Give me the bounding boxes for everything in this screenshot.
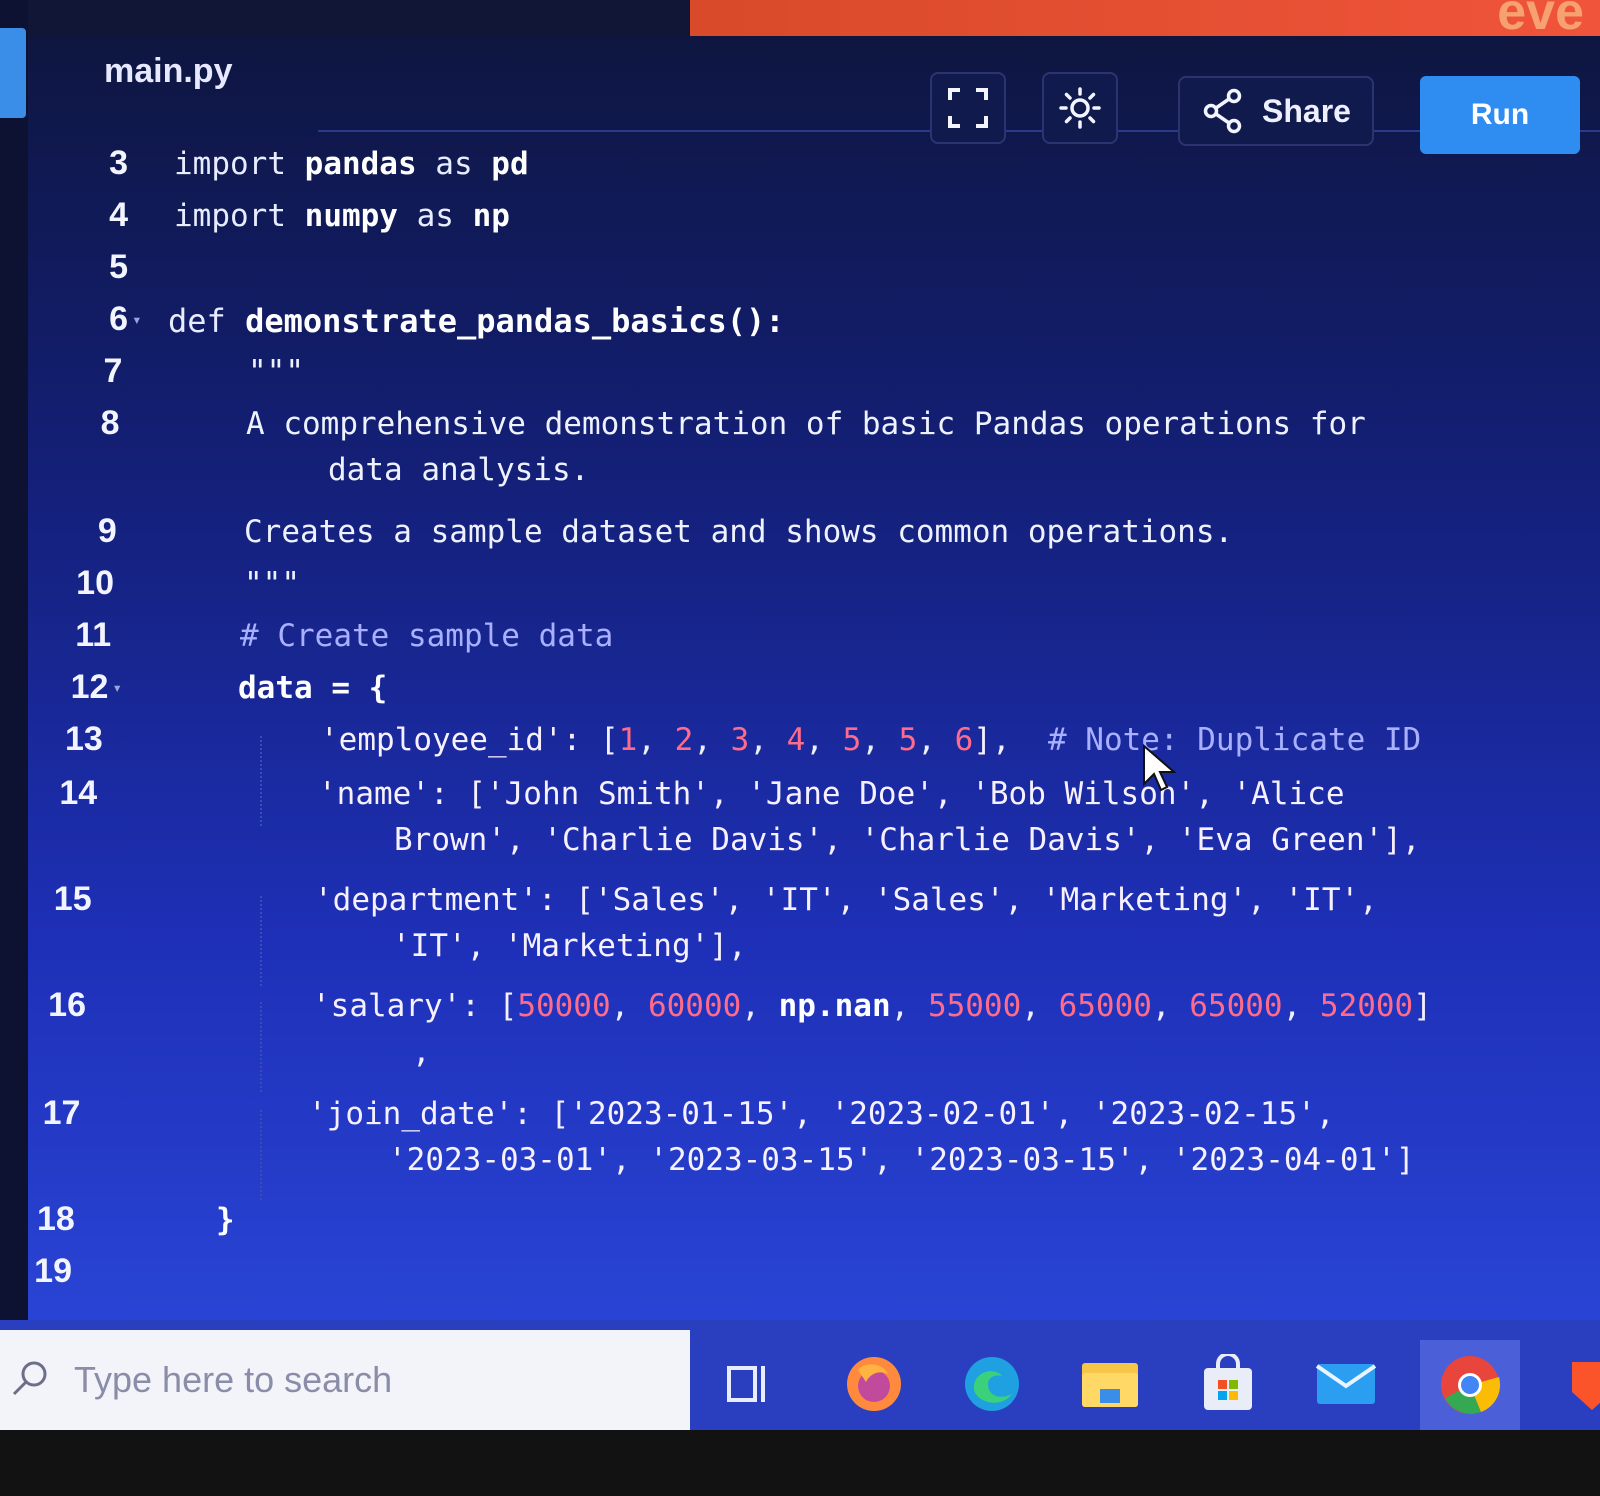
line-number: 3 bbox=[109, 144, 128, 182]
code-token: 'employee_id': [ bbox=[320, 722, 619, 758]
code-line[interactable]: data = { bbox=[238, 670, 387, 706]
code-number: 65000 bbox=[1058, 988, 1152, 1024]
line-number: 7 bbox=[103, 352, 123, 390]
line-number: 19 bbox=[34, 1252, 72, 1290]
indent-guide bbox=[260, 896, 262, 986]
line-number: 9 bbox=[97, 512, 117, 550]
code-line[interactable]: 'join_date': ['2023-01-15', '2023-02-01'… bbox=[308, 1096, 1335, 1132]
code-line[interactable]: import numpy as np bbox=[174, 198, 510, 234]
code-number: 55000 bbox=[927, 988, 1022, 1024]
code-number: 1 bbox=[618, 722, 638, 758]
edge-icon[interactable] bbox=[960, 1352, 1024, 1416]
code-number: 6 bbox=[954, 722, 974, 758]
share-label: Share bbox=[1262, 92, 1351, 129]
line-number: 5 bbox=[109, 248, 128, 286]
line-number: 8 bbox=[100, 404, 120, 442]
run-button[interactable]: Run bbox=[1420, 76, 1580, 154]
code-number: 3 bbox=[730, 722, 750, 758]
code-number: 4 bbox=[786, 722, 806, 758]
code-line[interactable]: Creates a sample dataset and shows commo… bbox=[244, 514, 1233, 550]
fold-chevron-icon[interactable]: ▾ bbox=[132, 310, 142, 329]
line-number: 11 bbox=[75, 616, 112, 654]
code-line[interactable]: import pandas as pd bbox=[174, 146, 529, 182]
code-line[interactable]: def demonstrate_pandas_basics(): bbox=[168, 302, 785, 340]
code-line[interactable]: # Create sample data bbox=[240, 618, 613, 654]
line-number: 13 bbox=[64, 720, 103, 758]
indent-guide bbox=[260, 1110, 262, 1200]
line-number: 15 bbox=[53, 880, 92, 918]
code-number: 5 bbox=[842, 722, 862, 758]
search-placeholder: Type here to search bbox=[74, 1359, 393, 1400]
code-line[interactable]: } bbox=[216, 1202, 235, 1238]
code-line-wrap[interactable]: '2023-03-01', '2023-03-15', '2023-03-15'… bbox=[388, 1142, 1415, 1178]
line-number: 18 bbox=[36, 1200, 75, 1238]
editor-header: main.py Share Run bbox=[28, 36, 1600, 156]
code-number: 2 bbox=[674, 722, 694, 758]
taskbar-search[interactable]: Type here to search bbox=[0, 1330, 690, 1430]
file-name-tab[interactable]: main.py bbox=[104, 52, 232, 91]
firefox-icon[interactable] bbox=[842, 1352, 906, 1416]
code-line-wrap[interactable]: , bbox=[412, 1034, 431, 1070]
code-token: ], bbox=[973, 722, 1011, 758]
code-number: 65000 bbox=[1189, 988, 1283, 1024]
code-line[interactable]: 'department': ['Sales', 'IT', 'Sales', '… bbox=[314, 882, 1378, 918]
line-number: 12 bbox=[70, 668, 109, 706]
sun-icon bbox=[1059, 87, 1101, 129]
task-view-icon[interactable] bbox=[716, 1352, 780, 1416]
share-button[interactable]: Share bbox=[1178, 76, 1374, 146]
fullscreen-button[interactable] bbox=[930, 72, 1006, 144]
activity-tab[interactable] bbox=[0, 28, 26, 118]
fullscreen-icon bbox=[948, 88, 988, 128]
code-line-wrap[interactable]: Brown', 'Charlie Davis', 'Charlie Davis'… bbox=[394, 822, 1421, 858]
code-number: 52000 bbox=[1319, 988, 1414, 1024]
share-icon bbox=[1203, 88, 1242, 134]
store-icon[interactable] bbox=[1196, 1352, 1260, 1416]
code-token: 'salary': [ bbox=[312, 988, 518, 1024]
code-line[interactable]: 'employee_id': [1, 2, 3, 4, 5, 5, 6], # … bbox=[320, 722, 1421, 758]
theme-toggle-button[interactable] bbox=[1042, 72, 1118, 144]
code-editor: main.py Share Run 3 import pandas as pd … bbox=[28, 36, 1600, 1340]
file-explorer-icon[interactable] bbox=[1078, 1352, 1142, 1416]
search-icon bbox=[12, 1361, 47, 1396]
indent-guide bbox=[260, 1002, 262, 1092]
code-token: ] bbox=[1413, 988, 1432, 1024]
code-number: 5 bbox=[898, 722, 918, 758]
code-number: np.nan bbox=[778, 988, 891, 1024]
line-number: 17 bbox=[42, 1094, 81, 1132]
screen-bezel bbox=[0, 1430, 1600, 1496]
code-line-wrap[interactable]: 'IT', 'Marketing'], bbox=[392, 928, 747, 964]
code-line[interactable]: """ bbox=[248, 354, 304, 390]
line-number: 4 bbox=[109, 196, 128, 234]
code-line[interactable]: A comprehensive demonstration of basic P… bbox=[246, 406, 1366, 442]
mouse-cursor bbox=[1143, 744, 1176, 792]
code-number: 50000 bbox=[517, 988, 611, 1024]
mail-icon[interactable] bbox=[1314, 1352, 1378, 1416]
chrome-icon[interactable] bbox=[1420, 1340, 1520, 1430]
line-number: 16 bbox=[48, 986, 86, 1024]
code-line[interactable]: 'name': ['John Smith', 'Jane Doe', 'Bob … bbox=[318, 776, 1345, 812]
brave-icon[interactable] bbox=[1560, 1352, 1600, 1416]
code-line[interactable]: 'salary': [50000, 60000, np.nan, 55000, … bbox=[312, 988, 1432, 1024]
indent-guide bbox=[260, 736, 262, 826]
line-number: 6 bbox=[109, 300, 128, 338]
code-line[interactable]: """ bbox=[244, 566, 300, 602]
line-number: 14 bbox=[59, 774, 98, 812]
code-comment: # Note: Duplicate ID bbox=[1010, 722, 1422, 758]
code-number: 60000 bbox=[647, 988, 742, 1024]
line-number: 10 bbox=[76, 564, 114, 602]
code-line-wrap[interactable]: data analysis. bbox=[328, 452, 589, 488]
fold-chevron-icon[interactable]: ▾ bbox=[112, 678, 122, 697]
